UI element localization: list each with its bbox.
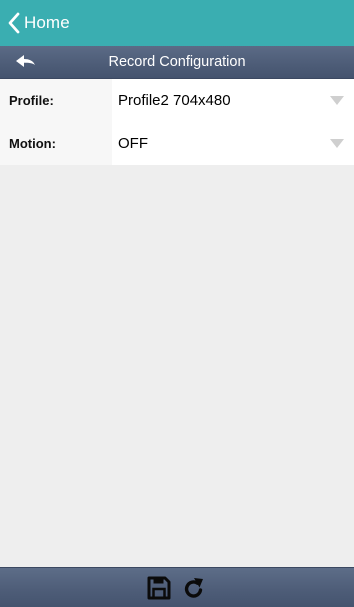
motion-label: Motion:	[0, 122, 112, 165]
motion-select[interactable]: OFF	[112, 122, 354, 165]
profile-select[interactable]: Profile2 704x480	[112, 79, 354, 122]
content-area	[0, 165, 354, 567]
home-link-label: Home	[24, 13, 70, 32]
navigation-bar: Home	[0, 0, 354, 46]
profile-value: Profile2 704x480	[118, 92, 231, 109]
profile-label: Profile:	[0, 79, 112, 122]
dropdown-arrow-icon	[330, 139, 344, 148]
bottom-toolbar	[0, 567, 354, 607]
record-config-form: Profile: Profile2 704x480 Motion: OFF	[0, 79, 354, 165]
motion-row: Motion: OFF	[0, 122, 354, 165]
save-button[interactable]	[146, 575, 172, 601]
home-back-link[interactable]: Home	[8, 8, 70, 38]
page-title: Record Configuration	[108, 54, 246, 70]
dropdown-arrow-icon	[330, 96, 344, 105]
motion-value: OFF	[118, 135, 148, 152]
profile-row: Profile: Profile2 704x480	[0, 79, 354, 122]
floppy-disk-icon	[147, 576, 171, 600]
refresh-button[interactable]	[181, 575, 207, 601]
app-screen: Home Record Configuration Profile: Profi…	[0, 0, 354, 607]
refresh-icon	[184, 578, 203, 598]
title-bar: Record Configuration	[0, 46, 354, 79]
chevron-left-icon	[8, 12, 20, 34]
